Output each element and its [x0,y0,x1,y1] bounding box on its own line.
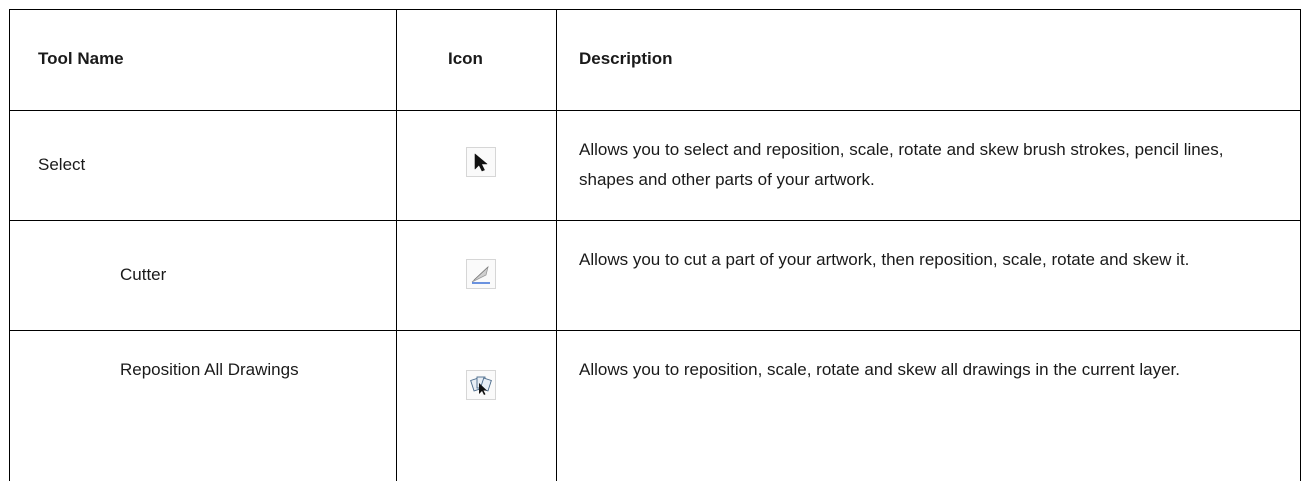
table-row-cutter-description: Allows you to cut a part of your artwork… [579,250,1190,269]
header-description: Description [579,49,673,68]
column-divider-2 [556,9,557,481]
column-divider-1 [396,9,397,481]
header-icon: Icon [448,49,483,68]
cutter-icon [466,259,496,289]
table-row-cutter-name: Cutter [120,265,167,284]
table-row-reposition-description: Allows you to reposition, scale, rotate … [579,360,1180,379]
header-tool-name: Tool Name [38,49,124,68]
table-border-right [1300,9,1301,481]
row-divider-2 [9,330,1301,331]
row-divider-header [9,110,1301,111]
table-row-reposition-name: Reposition All Drawings [120,360,299,379]
table-row-select-name: Select [38,155,86,174]
row-divider-1 [9,220,1301,221]
table-border-left [9,9,10,481]
tools-table: Tool Name Icon Description Select Allows… [0,0,1309,481]
select-arrow-icon [466,147,496,177]
reposition-all-drawings-icon [466,370,496,400]
table-border-top [9,9,1301,10]
table-row-select-description: Allows you to select and reposition, sca… [579,140,1224,189]
